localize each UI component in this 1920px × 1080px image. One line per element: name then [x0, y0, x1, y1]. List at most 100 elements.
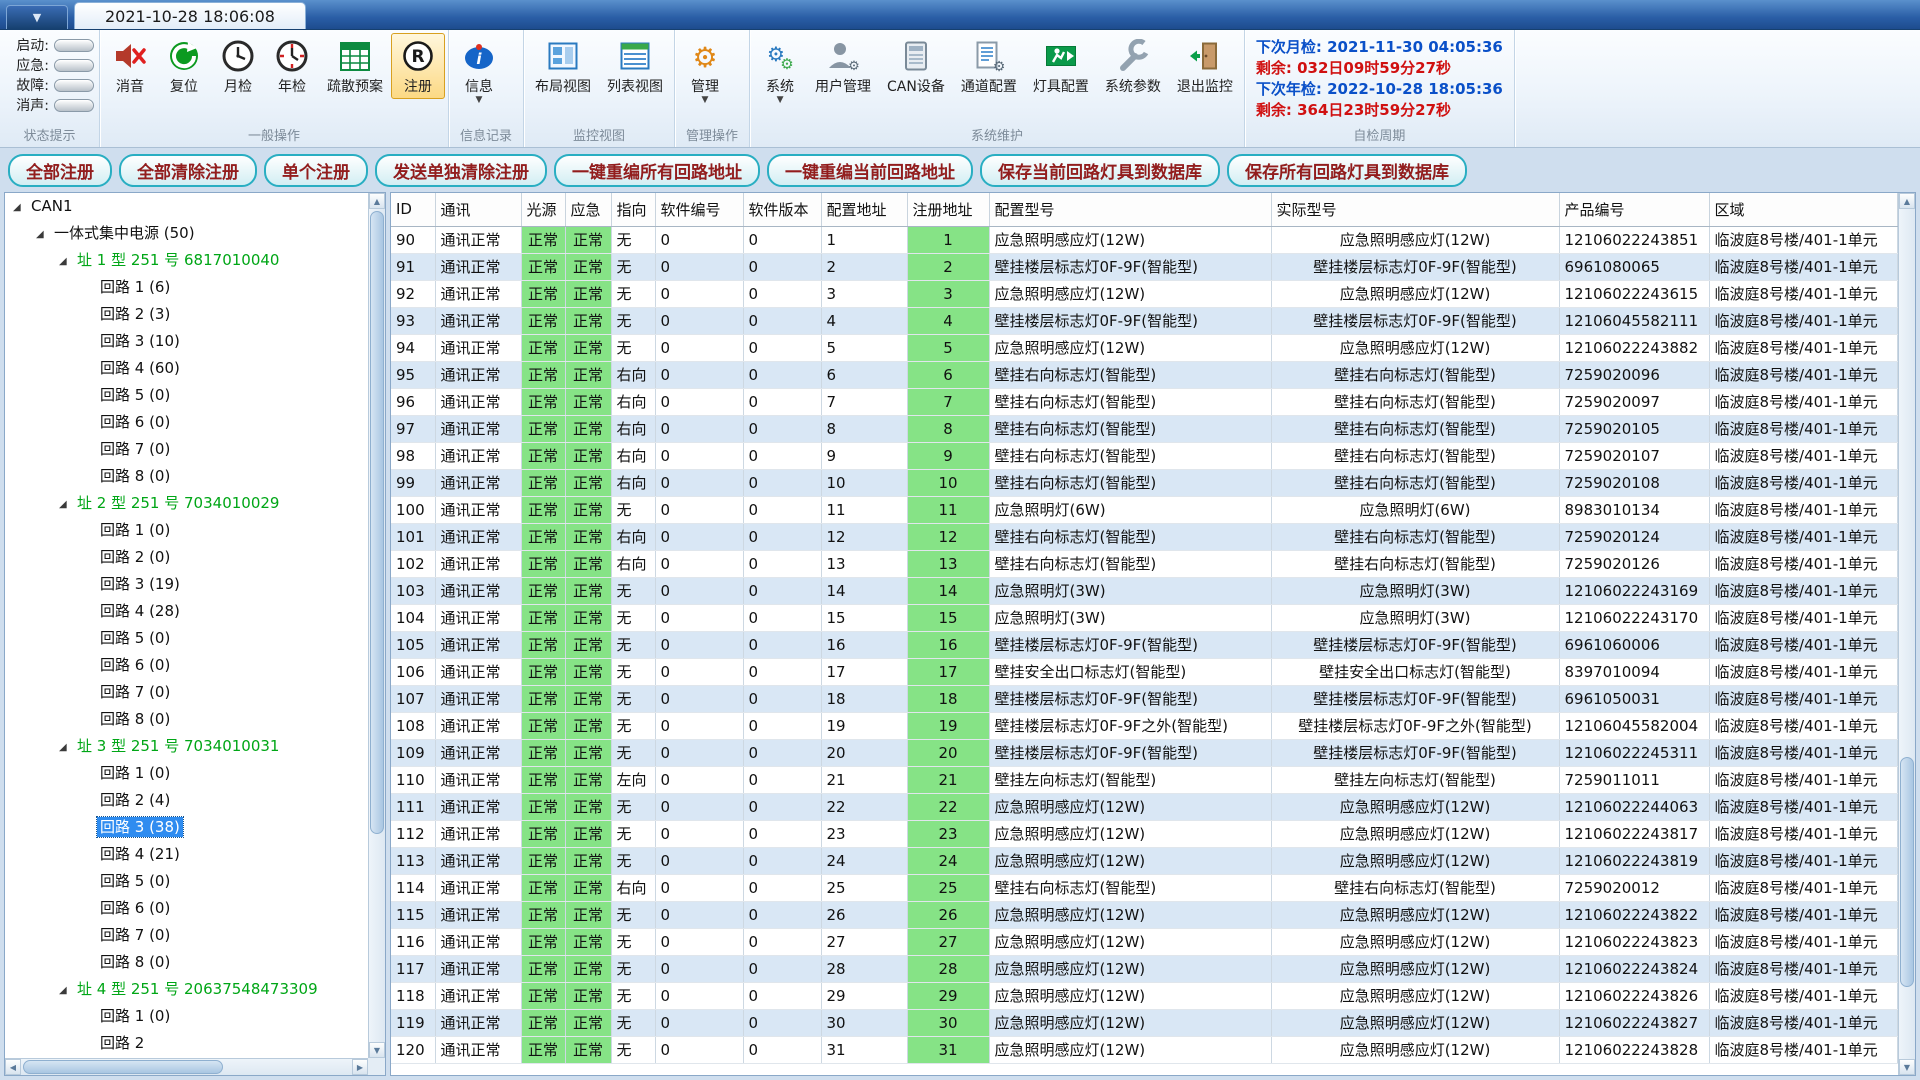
column-header[interactable]: 区域: [1709, 193, 1898, 226]
table-row[interactable]: 109通讯正常正常正常无002020壁挂楼层标志灯0F-9F(智能型)壁挂楼层标…: [391, 739, 1898, 766]
user-manage-button[interactable]: ⚙ 用户管理: [807, 33, 879, 99]
app-menu-button[interactable]: ▼: [6, 5, 68, 29]
layout-view-button[interactable]: 布局视图: [527, 33, 599, 99]
tree-item[interactable]: 回路 8 (0): [5, 949, 368, 976]
column-header[interactable]: 应急: [565, 193, 611, 226]
tree-item[interactable]: 回路 4 (28): [5, 598, 368, 625]
table-row[interactable]: 108通讯正常正常正常无001919壁挂楼层标志灯0F-9F之外(智能型)壁挂楼…: [391, 712, 1898, 739]
tree-item[interactable]: 回路 6 (0): [5, 652, 368, 679]
action-button[interactable]: 全部注册: [8, 154, 112, 187]
tree-item[interactable]: 回路 2 (3): [5, 301, 368, 328]
mute-button[interactable]: 消音: [103, 33, 157, 99]
tree-item[interactable]: 回路 7 (0): [5, 922, 368, 949]
fault-indicator[interactable]: [54, 79, 94, 92]
tree-item[interactable]: 回路 5 (0): [5, 868, 368, 895]
tree-item[interactable]: 回路 1 (0): [5, 1003, 368, 1030]
column-header[interactable]: ID: [391, 193, 435, 226]
column-header[interactable]: 指向: [611, 193, 655, 226]
action-button[interactable]: 全部清除注册: [119, 154, 257, 187]
monthly-check-button[interactable]: 月检: [211, 33, 265, 99]
action-button[interactable]: 发送单独清除注册: [375, 154, 547, 187]
tree-item[interactable]: ◢址 1 型 251 号 6817010040: [5, 247, 368, 274]
register-button[interactable]: R 注册: [391, 33, 445, 99]
action-button[interactable]: 单个注册: [264, 154, 368, 187]
system-button[interactable]: ⚙⚙ 系统 ▼: [753, 33, 807, 107]
table-row[interactable]: 98通讯正常正常正常右向0099壁挂右向标志灯(智能型)壁挂右向标志灯(智能型)…: [391, 442, 1898, 469]
exit-monitor-button[interactable]: 退出监控: [1169, 33, 1241, 99]
table-row[interactable]: 119通讯正常正常正常无003030应急照明感应灯(12W)应急照明感应灯(12…: [391, 1009, 1898, 1036]
tree-item[interactable]: 回路 2 (4): [5, 787, 368, 814]
column-header[interactable]: 光源: [521, 193, 565, 226]
scrollbar-thumb[interactable]: [370, 211, 384, 834]
table-row[interactable]: 115通讯正常正常正常无002626应急照明感应灯(12W)应急照明感应灯(12…: [391, 901, 1898, 928]
tree-item[interactable]: 回路 5 (0): [5, 625, 368, 652]
scroll-down-icon[interactable]: ▼: [1899, 1059, 1915, 1075]
table-row[interactable]: 103通讯正常正常正常无001414应急照明灯(3W)应急照明灯(3W)1210…: [391, 577, 1898, 604]
table-row[interactable]: 110通讯正常正常正常左向002121壁挂左向标志灯(智能型)壁挂左向标志灯(智…: [391, 766, 1898, 793]
list-view-button[interactable]: 列表视图: [599, 33, 671, 99]
column-header[interactable]: 软件编号: [655, 193, 743, 226]
table-row[interactable]: 102通讯正常正常正常右向001313壁挂右向标志灯(智能型)壁挂右向标志灯(智…: [391, 550, 1898, 577]
tree-item[interactable]: ◢一体式集中电源 (50): [5, 220, 368, 247]
table-row[interactable]: 106通讯正常正常正常无001717壁挂安全出口标志灯(智能型)壁挂安全出口标志…: [391, 658, 1898, 685]
scrollbar-thumb[interactable]: [1900, 757, 1914, 986]
tree-item[interactable]: 回路 2: [5, 1030, 368, 1057]
tree-item[interactable]: 回路 8 (0): [5, 706, 368, 733]
table-row[interactable]: 111通讯正常正常正常无002222应急照明感应灯(12W)应急照明感应灯(12…: [391, 793, 1898, 820]
annual-check-button[interactable]: 年检: [265, 33, 319, 99]
tree-item[interactable]: ◢址 3 型 251 号 7034010031: [5, 733, 368, 760]
tree-item[interactable]: 回路 7 (0): [5, 436, 368, 463]
column-header[interactable]: 产品编号: [1559, 193, 1709, 226]
tree-item[interactable]: 回路 2 (0): [5, 544, 368, 571]
table-row[interactable]: 92通讯正常正常正常无0033应急照明感应灯(12W)应急照明感应灯(12W)1…: [391, 280, 1898, 307]
scroll-right-icon[interactable]: ▶: [352, 1059, 368, 1075]
tree-item[interactable]: 回路 3 (38): [5, 814, 368, 841]
tree-item[interactable]: 回路 6 (0): [5, 409, 368, 436]
tree-vertical-scrollbar[interactable]: ▲ ▼: [368, 193, 385, 1058]
scroll-down-icon[interactable]: ▼: [369, 1042, 385, 1058]
column-header[interactable]: 配置地址: [821, 193, 907, 226]
tree-item[interactable]: 回路 6 (0): [5, 895, 368, 922]
table-row[interactable]: 117通讯正常正常正常无002828应急照明感应灯(12W)应急照明感应灯(12…: [391, 955, 1898, 982]
table-row[interactable]: 101通讯正常正常正常右向001212壁挂右向标志灯(智能型)壁挂右向标志灯(智…: [391, 523, 1898, 550]
table-row[interactable]: 91通讯正常正常正常无0022壁挂楼层标志灯0F-9F(智能型)壁挂楼层标志灯0…: [391, 253, 1898, 280]
tree-expander-icon[interactable]: ◢: [59, 491, 74, 518]
action-button[interactable]: 一键重编当前回路地址: [767, 154, 973, 187]
table-row[interactable]: 93通讯正常正常正常无0044壁挂楼层标志灯0F-9F(智能型)壁挂楼层标志灯0…: [391, 307, 1898, 334]
table-row[interactable]: 96通讯正常正常正常右向0077壁挂右向标志灯(智能型)壁挂右向标志灯(智能型)…: [391, 388, 1898, 415]
start-indicator[interactable]: [54, 39, 94, 52]
table-row[interactable]: 120通讯正常正常正常无003131应急照明感应灯(12W)应急照明感应灯(12…: [391, 1036, 1898, 1063]
tree-item[interactable]: 回路 3 (19): [5, 571, 368, 598]
table-row[interactable]: 114通讯正常正常正常右向002525壁挂右向标志灯(智能型)壁挂右向标志灯(智…: [391, 874, 1898, 901]
tree-item[interactable]: ◢CAN1: [5, 193, 368, 220]
mute-indicator[interactable]: [54, 99, 94, 112]
column-header[interactable]: 配置型号: [989, 193, 1271, 226]
table-row[interactable]: 118通讯正常正常正常无002929应急照明感应灯(12W)应急照明感应灯(12…: [391, 982, 1898, 1009]
table-row[interactable]: 112通讯正常正常正常无002323应急照明感应灯(12W)应急照明感应灯(12…: [391, 820, 1898, 847]
tree-item[interactable]: ◢址 2 型 251 号 7034010029: [5, 490, 368, 517]
tree-horizontal-scrollbar[interactable]: ◀ ▶: [5, 1058, 368, 1075]
action-button[interactable]: 保存当前回路灯具到数据库: [980, 154, 1220, 187]
can-device-button[interactable]: CAN设备: [879, 33, 953, 99]
column-header[interactable]: 注册地址: [907, 193, 989, 226]
lamp-config-button[interactable]: 灯具配置: [1025, 33, 1097, 99]
column-header[interactable]: 实际型号: [1271, 193, 1559, 226]
column-header[interactable]: 通讯: [435, 193, 521, 226]
scroll-left-icon[interactable]: ◀: [5, 1059, 21, 1075]
tree-item[interactable]: 回路 8 (0): [5, 463, 368, 490]
tree-expander-icon[interactable]: ◢: [59, 977, 74, 1004]
tree-expander-icon[interactable]: ◢: [59, 734, 74, 761]
channel-config-button[interactable]: ⚙ 通道配置: [953, 33, 1025, 99]
tree-item[interactable]: 回路 1 (0): [5, 517, 368, 544]
action-button[interactable]: 保存所有回路灯具到数据库: [1227, 154, 1467, 187]
table-row[interactable]: 105通讯正常正常正常无001616壁挂楼层标志灯0F-9F(智能型)壁挂楼层标…: [391, 631, 1898, 658]
table-row[interactable]: 94通讯正常正常正常无0055应急照明感应灯(12W)应急照明感应灯(12W)1…: [391, 334, 1898, 361]
tree-item[interactable]: 回路 7 (0): [5, 679, 368, 706]
table-row[interactable]: 97通讯正常正常正常右向0088壁挂右向标志灯(智能型)壁挂右向标志灯(智能型)…: [391, 415, 1898, 442]
tree-expander-icon[interactable]: ◢: [13, 194, 28, 221]
column-header[interactable]: 软件版本: [743, 193, 821, 226]
tree-expander-icon[interactable]: ◢: [36, 221, 51, 248]
action-button[interactable]: 一键重编所有回路地址: [554, 154, 760, 187]
tree-item[interactable]: 回路 1 (6): [5, 274, 368, 301]
info-button[interactable]: i 信息 ▼: [452, 33, 506, 107]
